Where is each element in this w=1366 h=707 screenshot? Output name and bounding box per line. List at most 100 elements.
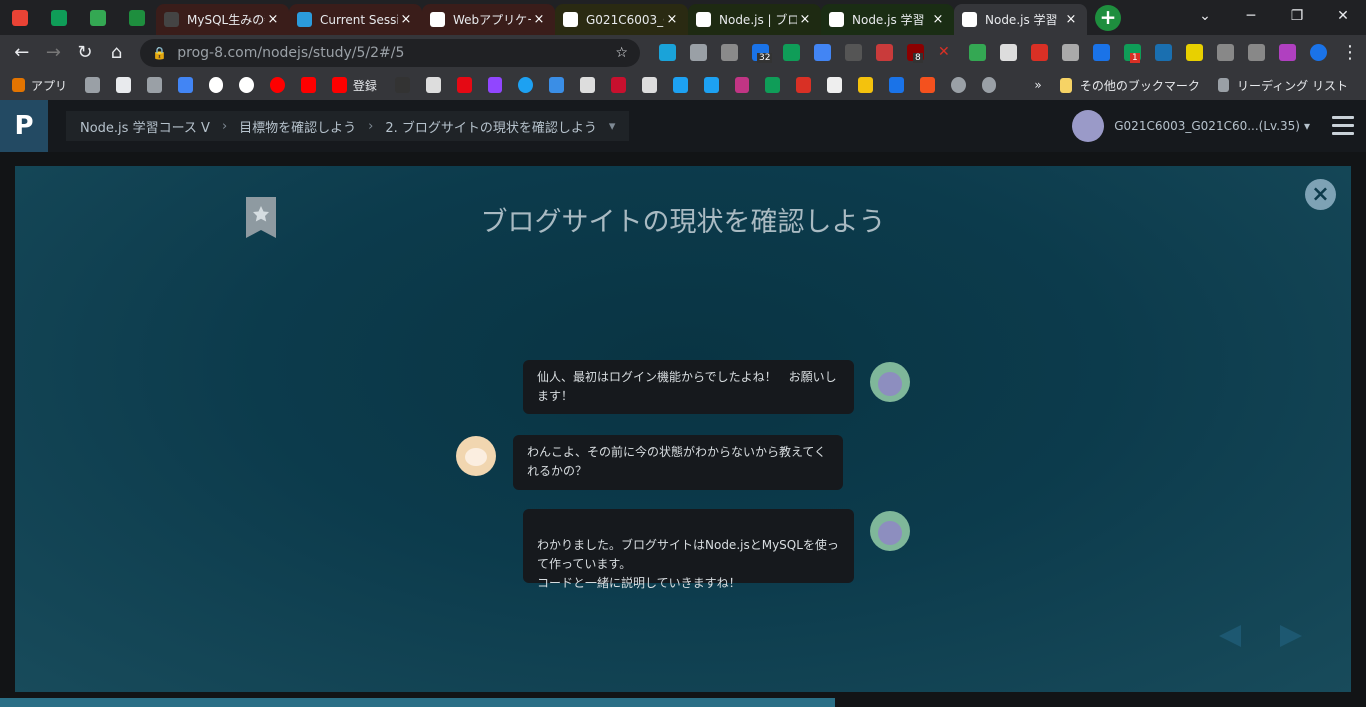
extension-icon[interactable] — [658, 44, 676, 61]
menu-kebab-icon[interactable]: ⋮ — [1334, 42, 1366, 63]
bookmark-other[interactable]: その他のブックマーク — [1080, 77, 1200, 94]
hamburger-menu-icon[interactable] — [1332, 116, 1354, 140]
home-icon[interactable]: ⌂ — [101, 42, 133, 63]
drive-icon[interactable] — [765, 77, 781, 93]
close-tab-icon[interactable]: × — [797, 12, 813, 27]
twitter-icon[interactable] — [703, 77, 719, 93]
new-tab-button[interactable]: + — [1095, 5, 1121, 31]
progate-logo[interactable]: P — [0, 100, 48, 152]
browser-tabstrip: MySQL生みの親× Current Sessio× Webアプリケーシ× G0… — [0, 0, 1366, 35]
extension-icon[interactable] — [875, 44, 893, 61]
pinned-tab-chat[interactable] — [78, 0, 117, 35]
close-icon[interactable]: × — [1305, 179, 1336, 210]
breadcrumb-section[interactable]: 目標物を確認しよう — [239, 117, 356, 136]
netflix-icon[interactable] — [456, 77, 472, 93]
extension-icon[interactable] — [689, 44, 707, 61]
bookmark-icon[interactable] — [580, 77, 596, 93]
star-icon[interactable] — [115, 77, 131, 93]
extension-icon[interactable] — [720, 44, 738, 61]
bookmark-icon[interactable] — [641, 77, 657, 93]
twitch-icon[interactable] — [487, 77, 503, 93]
browser-tab[interactable]: G021C6003_G0× — [555, 4, 688, 35]
google-icon[interactable] — [239, 77, 255, 93]
close-tab-icon[interactable]: × — [1063, 12, 1079, 27]
bookmark-icon[interactable] — [796, 77, 812, 93]
instagram-icon[interactable] — [734, 77, 750, 93]
address-bar[interactable]: 🔒 prog-8.com/nodejs/study/5/2#/5 ☆ — [140, 38, 640, 67]
extension-icon[interactable] — [813, 44, 831, 61]
bookmark-icon[interactable] — [858, 77, 873, 93]
reload-icon[interactable]: ↻ — [69, 42, 101, 63]
bookmark-reading-list[interactable]: リーディング リスト — [1237, 77, 1348, 94]
pinned-tab-gmail[interactable] — [0, 0, 39, 35]
apps-grid-icon[interactable] — [12, 78, 26, 92]
youtube-icon[interactable] — [301, 77, 317, 93]
extension-icon[interactable]: ✕ — [938, 44, 955, 61]
browser-tab[interactable]: Current Sessio× — [289, 4, 422, 35]
browser-tab[interactable]: Node.js 学習 × — [821, 4, 954, 35]
extensions-puzzle-icon[interactable] — [1247, 44, 1265, 61]
extension-icon[interactable] — [1216, 44, 1234, 61]
close-tab-icon[interactable]: × — [398, 12, 414, 27]
youtube-icon[interactable] — [332, 77, 347, 93]
back-icon[interactable]: ← — [6, 42, 38, 63]
youtube-music-icon[interactable] — [270, 77, 286, 93]
browser-tab-active[interactable]: Node.js 学習 × — [954, 4, 1087, 35]
translate-icon[interactable] — [177, 77, 193, 93]
bookmark-star-icon[interactable]: ☆ — [615, 45, 628, 61]
bookmark-icon[interactable] — [394, 77, 410, 93]
close-tab-icon[interactable]: × — [531, 12, 547, 27]
extension-icon[interactable]: 32 — [751, 44, 773, 63]
bookmark-icon[interactable] — [518, 77, 534, 93]
bookmark-icon[interactable] — [425, 77, 441, 93]
breadcrumb-course[interactable]: Node.js 学習コース V — [80, 117, 210, 136]
extension-icon[interactable] — [1092, 44, 1110, 61]
extension-icon[interactable] — [1061, 44, 1079, 61]
forward-icon[interactable]: → — [38, 42, 70, 63]
bookmarks-overflow-icon[interactable]: » — [1034, 78, 1041, 92]
extension-icon[interactable]: 1 — [1123, 44, 1141, 63]
extension-icon[interactable] — [1154, 44, 1172, 61]
browser-tab[interactable]: Webアプリケーシ× — [422, 4, 555, 35]
tab-search-icon[interactable]: ⌄ — [1182, 0, 1228, 32]
browser-tab[interactable]: MySQL生みの親× — [156, 4, 289, 35]
bookmark-icon[interactable] — [827, 77, 843, 93]
user-menu[interactable]: G021C6003_G021C60...(Lv.35) ▾ — [1072, 110, 1310, 142]
twitter-icon[interactable] — [672, 77, 688, 93]
breadcrumb-lesson[interactable]: 2. ブログサイトの現状を確認しよう — [385, 117, 597, 136]
extension-icon[interactable] — [1185, 44, 1203, 61]
close-window-icon[interactable]: ✕ — [1320, 0, 1366, 32]
minimize-icon[interactable]: ─ — [1228, 0, 1274, 32]
next-slide-arrow-icon[interactable] — [1280, 625, 1302, 647]
chat-icon — [89, 9, 106, 26]
profile-avatar-icon[interactable] — [1309, 44, 1327, 61]
close-tab-icon[interactable]: × — [664, 12, 680, 27]
extension-icon[interactable] — [968, 44, 986, 61]
close-tab-icon[interactable]: × — [930, 12, 946, 27]
globe-icon[interactable] — [981, 77, 997, 93]
globe-icon[interactable] — [950, 77, 966, 93]
history-icon[interactable] — [146, 77, 162, 93]
bookmark-register[interactable]: 登録 — [353, 77, 377, 94]
lock-icon[interactable]: 🔒 — [152, 46, 167, 60]
restore-icon[interactable]: ❐ — [1274, 0, 1320, 32]
pinned-tab-sheets[interactable] — [39, 0, 78, 35]
extension-icon[interactable] — [1030, 44, 1048, 61]
bookmark-apps[interactable]: アプリ — [31, 77, 67, 94]
extension-icon[interactable] — [844, 44, 862, 61]
pinned-tab-classroom[interactable] — [117, 0, 156, 35]
gear-icon[interactable] — [85, 77, 100, 93]
tver-icon[interactable] — [549, 77, 565, 93]
google-icon[interactable] — [208, 77, 224, 93]
extension-icon[interactable] — [999, 44, 1017, 61]
extension-icon[interactable] — [1278, 44, 1296, 61]
bookmark-icon[interactable] — [888, 77, 904, 93]
extension-icon[interactable] — [782, 44, 800, 61]
extension-icon[interactable]: 8 — [906, 44, 924, 63]
browser-tab[interactable]: Node.js | ブロ × — [688, 4, 821, 35]
prev-slide-arrow-icon[interactable] — [1219, 625, 1241, 647]
bookmark-icon[interactable] — [919, 77, 935, 93]
close-tab-icon[interactable]: × — [265, 12, 281, 27]
caret-down-icon[interactable]: ▾ — [609, 119, 616, 134]
bookmark-icon[interactable] — [611, 77, 626, 93]
